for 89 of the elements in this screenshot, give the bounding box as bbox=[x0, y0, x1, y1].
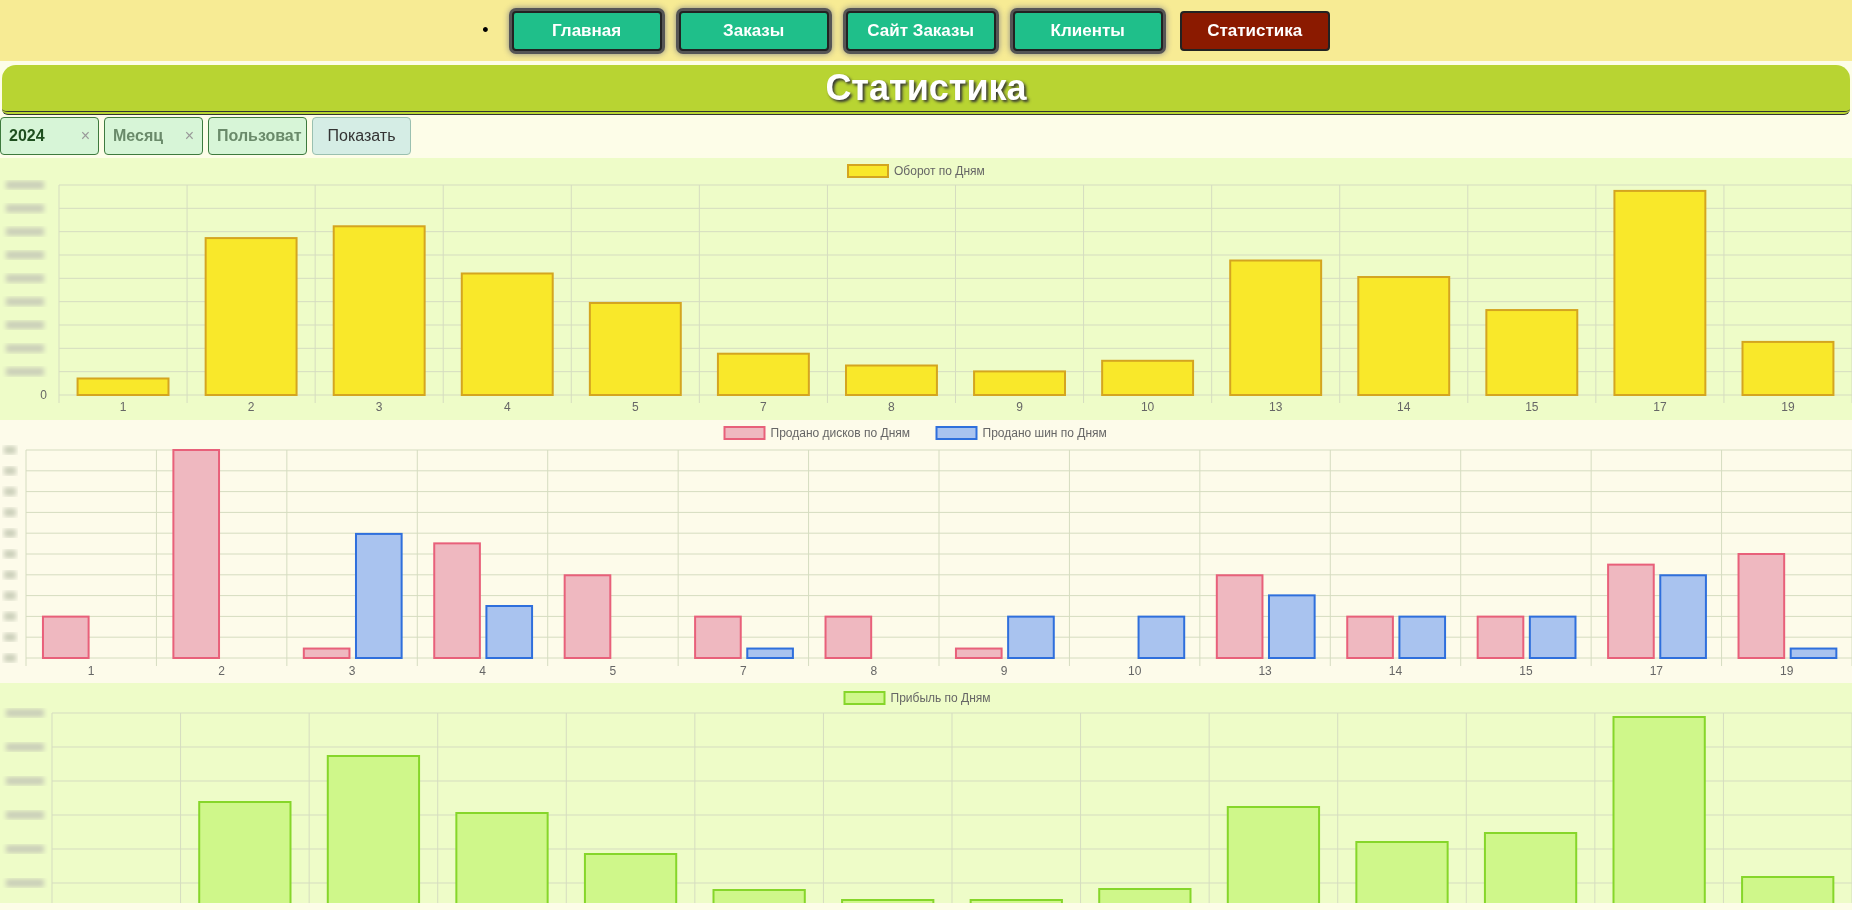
bar bbox=[1398, 615, 1447, 659]
blurred-axis-label bbox=[4, 446, 16, 454]
blurred-axis-label bbox=[6, 344, 44, 353]
bar bbox=[954, 647, 1003, 659]
filter-select[interactable]: Месяц × bbox=[104, 117, 203, 155]
bar bbox=[746, 647, 794, 659]
bar bbox=[694, 615, 742, 659]
filter-select[interactable]: Пользоват bbox=[208, 117, 307, 155]
axis-label: 15 bbox=[1519, 664, 1533, 678]
blurred-axis-label bbox=[6, 251, 44, 259]
blurred-axis-label bbox=[4, 633, 16, 642]
bar bbox=[302, 647, 351, 659]
axis-label: 10 bbox=[1140, 400, 1155, 414]
blurred-axis-label bbox=[4, 508, 16, 517]
axis-label: 3 bbox=[375, 400, 383, 414]
bar bbox=[1528, 615, 1577, 659]
blurred-axis-label bbox=[4, 487, 16, 496]
bar bbox=[1789, 647, 1838, 659]
bar bbox=[1476, 615, 1525, 659]
bar bbox=[1268, 594, 1316, 659]
blurred-axis-label bbox=[4, 612, 16, 621]
nav-button[interactable]: Заказы bbox=[678, 10, 829, 51]
blurred-axis-label bbox=[4, 591, 16, 600]
axis-label: 14 bbox=[1388, 664, 1403, 678]
axis-label: 4 bbox=[479, 664, 486, 678]
blurred-axis-label bbox=[6, 181, 44, 189]
bar bbox=[1137, 615, 1186, 659]
bar bbox=[485, 605, 534, 659]
legend-swatch[interactable] bbox=[847, 164, 889, 178]
blurred-axis-label bbox=[6, 709, 44, 717]
blurred-axis-label bbox=[6, 227, 44, 236]
legend-label: Продано дисков по Дням bbox=[770, 426, 910, 440]
blurred-axis-label bbox=[4, 550, 16, 558]
blurred-axis-label bbox=[4, 466, 16, 475]
axis-label: 13 bbox=[1258, 664, 1272, 678]
filter-select[interactable]: 2024 × bbox=[0, 117, 99, 155]
blurred-axis-label bbox=[6, 297, 44, 306]
blurred-axis-label bbox=[4, 570, 16, 579]
axis-label: 7 bbox=[760, 400, 767, 414]
axis-label: 15 bbox=[1525, 400, 1539, 414]
axis-label: 8 bbox=[888, 400, 895, 414]
nav-button[interactable]: Сайт Заказы bbox=[845, 10, 996, 51]
legend-label: Оборот по Дням bbox=[894, 164, 985, 178]
axis-label: 0 bbox=[40, 388, 47, 402]
page-title: Статистика bbox=[2, 65, 1850, 115]
blurred-axis-label bbox=[6, 811, 44, 819]
nav-button[interactable]: Клиенты bbox=[1012, 10, 1163, 51]
axis-label: 17 bbox=[1649, 664, 1664, 678]
axis-label: 9 bbox=[1000, 664, 1008, 678]
bar bbox=[41, 615, 90, 659]
axis-label: 2 bbox=[247, 400, 255, 414]
bar bbox=[1346, 615, 1394, 659]
axis-label: 3 bbox=[348, 664, 356, 678]
show-button[interactable]: Показать bbox=[312, 117, 411, 155]
nav-button[interactable]: Главная bbox=[511, 10, 662, 51]
blurred-axis-label bbox=[6, 367, 44, 376]
legend-swatch[interactable] bbox=[843, 691, 886, 705]
axis-label: 10 bbox=[1127, 664, 1142, 678]
axis-label: 2 bbox=[218, 664, 225, 678]
axis-label: 4 bbox=[503, 400, 511, 414]
axis-label: 8 bbox=[870, 664, 878, 678]
axis-label: 5 bbox=[609, 664, 617, 678]
axis-label: 5 bbox=[632, 400, 639, 414]
blurred-axis-label bbox=[6, 743, 44, 751]
blurred-axis-label bbox=[4, 654, 16, 662]
blurred-axis-label bbox=[6, 321, 44, 329]
legend-label: Продано шин по Дням bbox=[982, 426, 1107, 440]
legend-swatch[interactable] bbox=[723, 426, 766, 440]
axis-label: 13 bbox=[1269, 400, 1283, 414]
bar bbox=[824, 615, 873, 659]
axis-label: 19 bbox=[1780, 664, 1794, 678]
axis-label: 9 bbox=[1016, 400, 1023, 414]
list-bullet: • bbox=[482, 20, 489, 41]
blurred-axis-label bbox=[6, 274, 44, 283]
axis-label: 7 bbox=[740, 664, 747, 678]
axis-label: 19 bbox=[1781, 400, 1795, 414]
blurred-axis-label bbox=[6, 845, 44, 853]
blurred-axis-label bbox=[6, 777, 44, 785]
axis-label: 1 bbox=[87, 664, 95, 678]
legend-swatch[interactable] bbox=[935, 426, 978, 440]
axis-label: 1 bbox=[119, 400, 127, 414]
blurred-axis-label bbox=[4, 529, 16, 538]
axis-label: 17 bbox=[1653, 400, 1667, 414]
axis-label: 14 bbox=[1397, 400, 1411, 414]
nav-button[interactable]: Статистика bbox=[1179, 10, 1330, 51]
blurred-axis-label bbox=[6, 204, 44, 213]
bar bbox=[1007, 615, 1055, 659]
blurred-axis-label bbox=[6, 879, 44, 887]
legend-label: Прибыль по Дням bbox=[890, 691, 991, 705]
